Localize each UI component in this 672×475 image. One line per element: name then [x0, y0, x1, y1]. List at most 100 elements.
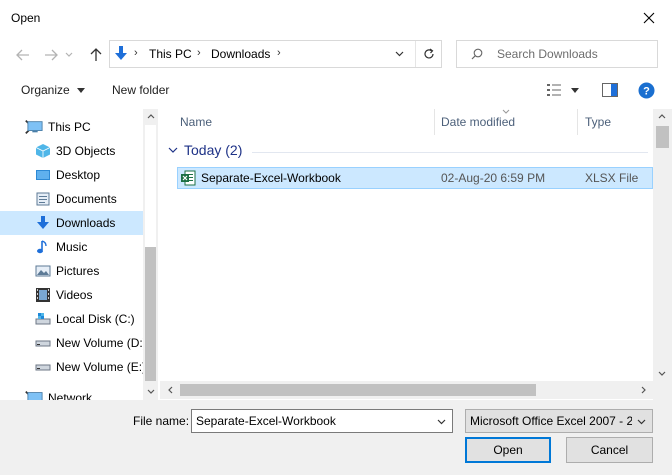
address-bar[interactable]: › This PC › Downloads ›	[109, 40, 442, 68]
file-name-input[interactable]: Separate-Excel-Workbook	[196, 414, 336, 428]
videos-icon	[36, 288, 50, 302]
column-divider[interactable]	[577, 109, 578, 135]
drive-icon	[35, 340, 51, 347]
file-type: XLSX File	[585, 171, 639, 185]
file-horizontal-scrollbar[interactable]	[160, 381, 653, 399]
nav-item-documents[interactable]: Documents	[0, 187, 143, 211]
open-button[interactable]: Open	[465, 437, 551, 463]
organize-label: Organize	[21, 83, 70, 97]
nav-item-label: Pictures	[56, 264, 100, 278]
content-area: This PC 3D Objects Desktop Documents Dow…	[0, 108, 672, 401]
nav-item-new-volume-e[interactable]: New Volume (E:)	[0, 355, 147, 379]
nav-item-pictures[interactable]: Pictures	[0, 259, 143, 283]
group-header-today[interactable]: Today (2)	[168, 142, 242, 158]
file-name-label: File name:	[133, 414, 190, 428]
column-divider[interactable]	[434, 109, 435, 135]
chevron-down-icon	[395, 51, 403, 57]
download-icon	[37, 216, 49, 229]
caret-down-icon	[571, 87, 579, 93]
scroll-left-arrow-icon[interactable]	[168, 386, 173, 394]
nav-item-label: Music	[56, 240, 88, 254]
command-bar: Organize New folder ?	[0, 74, 672, 108]
scroll-right-arrow-icon[interactable]	[641, 386, 646, 394]
download-folder-icon	[115, 46, 127, 60]
navigation-pane: This PC 3D Objects Desktop Documents Dow…	[0, 109, 158, 401]
new-folder-button[interactable]: New folder	[112, 83, 169, 97]
preview-pane-button[interactable]	[602, 83, 618, 100]
nav-item-videos[interactable]: Videos	[0, 283, 143, 307]
scroll-up-arrow-icon[interactable]	[147, 114, 155, 119]
arrow-left-icon	[16, 49, 29, 61]
details-view-icon	[547, 84, 561, 96]
arrow-up-icon	[90, 48, 102, 61]
nav-item-new-volume-d[interactable]: New Volume (D:)	[0, 331, 147, 355]
nav-item-label: Desktop	[56, 168, 101, 182]
cancel-button[interactable]: Cancel	[566, 437, 653, 463]
nav-scroll-thumb[interactable]	[145, 247, 156, 381]
open-dialog: Open › This PC › Downloads › Search Down…	[0, 0, 672, 475]
drive-icon	[35, 364, 51, 371]
svg-text:?: ?	[643, 86, 650, 98]
refresh-icon	[423, 48, 434, 59]
column-header-date-modified[interactable]: Date modified	[441, 115, 515, 129]
nav-vertical-scrollbar[interactable]	[143, 109, 158, 401]
breadcrumb-downloads[interactable]: Downloads	[211, 47, 270, 61]
window-title: Open	[11, 11, 41, 25]
desktop-icon	[36, 170, 50, 180]
file-date-modified: 02-Aug-20 6:59 PM	[441, 171, 546, 185]
back-button[interactable]	[12, 44, 34, 66]
file-type-filter[interactable]: Microsoft Office Excel 2007 - 2010	[465, 409, 653, 433]
search-input[interactable]: Search Downloads	[497, 47, 598, 61]
up-button[interactable]	[85, 44, 107, 66]
search-icon	[471, 48, 483, 60]
drive-icon	[35, 313, 51, 325]
horizontal-scroll-thumb[interactable]	[180, 384, 536, 396]
breadcrumb-separator: ›	[134, 47, 138, 59]
nav-item-label: New Volume (E:)	[56, 360, 147, 374]
cube-icon	[35, 144, 51, 158]
nav-item-this-pc[interactable]: This PC	[0, 115, 143, 139]
address-dropdown-button[interactable]	[387, 41, 411, 67]
nav-scroll-track-upper	[145, 125, 156, 247]
organize-button[interactable]: Organize	[21, 83, 86, 97]
group-divider	[252, 152, 648, 153]
file-list: Name Date modified Type Today (2) Separa…	[160, 109, 672, 401]
monitor-icon	[27, 121, 43, 133]
file-scroll-thumb[interactable]	[656, 126, 669, 148]
nav-item-music[interactable]: Music	[0, 235, 143, 259]
chevron-down-icon	[65, 52, 73, 57]
title-bar: Open	[0, 0, 672, 36]
nav-item-label: Local Disk (C:)	[56, 312, 135, 326]
column-header-type[interactable]: Type	[585, 115, 611, 129]
file-vertical-scrollbar[interactable]	[653, 109, 672, 401]
recent-locations-button[interactable]	[62, 44, 76, 66]
nav-item-3d-objects[interactable]: 3D Objects	[0, 139, 143, 163]
chevron-down-icon[interactable]	[437, 419, 446, 425]
breadcrumb-separator: ›	[197, 47, 201, 59]
nav-item-label: Documents	[56, 192, 117, 206]
close-button[interactable]	[626, 0, 672, 36]
forward-button[interactable]	[40, 44, 62, 66]
group-label: Today (2)	[184, 142, 243, 158]
column-header-name[interactable]: Name	[180, 115, 212, 129]
nav-item-local-disk-c[interactable]: Local Disk (C:)	[0, 307, 143, 331]
music-icon	[37, 240, 47, 254]
help-icon: ?	[638, 82, 655, 99]
nav-item-label: Videos	[56, 288, 93, 302]
view-options-button[interactable]	[546, 83, 579, 97]
nav-item-network[interactable]: Network	[0, 387, 143, 401]
breadcrumb-this-pc[interactable]: This PC	[149, 47, 192, 61]
nav-item-label: This PC	[48, 120, 91, 134]
scroll-down-arrow-icon[interactable]	[658, 371, 666, 376]
nav-item-label: New Volume (D:)	[56, 336, 147, 350]
help-button[interactable]: ?	[638, 82, 655, 102]
nav-item-downloads[interactable]: Downloads	[0, 211, 143, 235]
file-row[interactable]: Separate-Excel-Workbook 02-Aug-20 6:59 P…	[177, 167, 653, 189]
nav-item-desktop[interactable]: Desktop	[0, 163, 143, 187]
scroll-down-arrow-icon[interactable]	[147, 389, 155, 394]
file-name-field[interactable]: Separate-Excel-Workbook	[191, 409, 453, 433]
search-box[interactable]: Search Downloads	[456, 40, 658, 68]
scroll-up-arrow-icon[interactable]	[658, 114, 666, 119]
close-icon	[643, 12, 655, 24]
refresh-button[interactable]	[415, 41, 441, 67]
